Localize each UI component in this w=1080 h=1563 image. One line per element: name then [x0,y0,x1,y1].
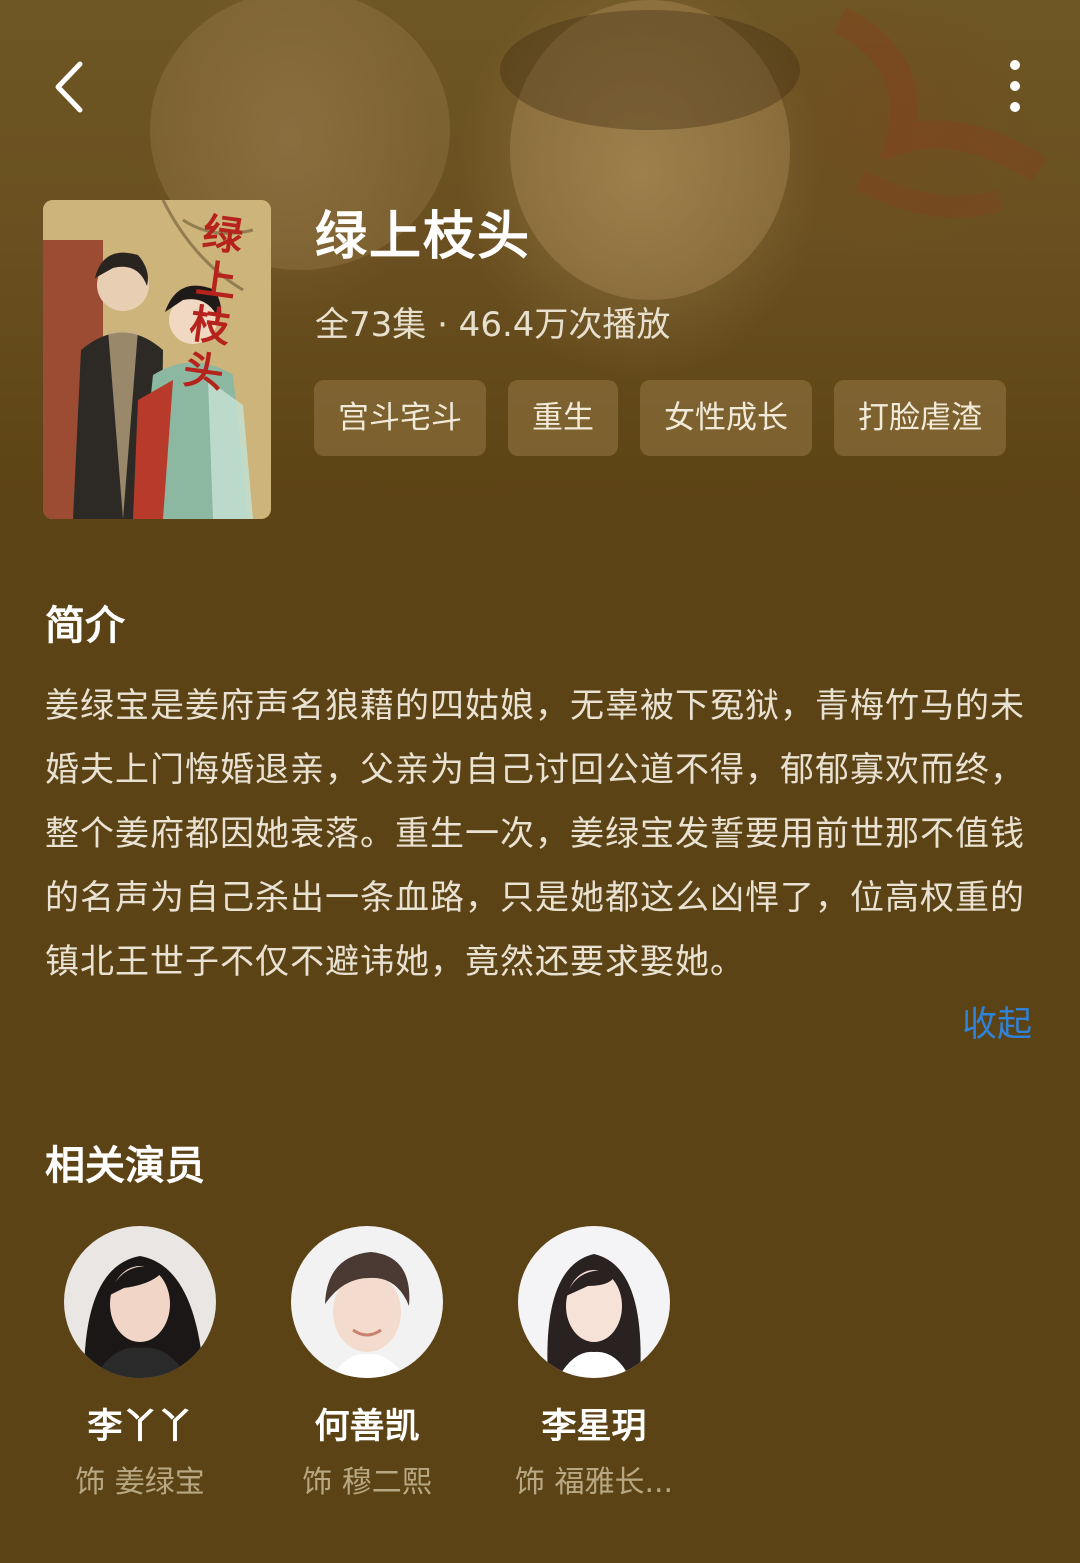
cast-list: 李丫丫 饰 姜绿宝 何善凯 饰 穆二熙 李星玥 饰 福雅长... [45,1226,1035,1526]
actor-card[interactable]: 何善凯 饰 穆二熙 [267,1226,467,1508]
cast-heading: 相关演员 [45,1143,205,1189]
back-button[interactable] [40,52,100,122]
actor-role: 饰 姜绿宝 [75,1465,205,1500]
actor-name: 何善凯 [314,1407,420,1447]
tag-chip[interactable]: 宫斗宅斗 [314,380,486,456]
avatar [291,1226,443,1378]
synopsis-heading: 简介 [45,603,125,649]
genre-tags: 宫斗宅斗 重生 女性成长 打脸虐渣 [314,380,1006,456]
chevron-left-icon [40,61,100,126]
tag-chip[interactable]: 重生 [508,380,618,456]
avatar [64,1226,216,1378]
drama-detail-screen: 绿上枝头 绿上枝头 全73集 · 46.4万次播放 宫斗宅斗 重生 女性成长 打… [0,0,1080,1563]
actor-card[interactable]: 李星玥 饰 福雅长... [494,1226,694,1508]
actor-name: 李丫丫 [87,1407,193,1447]
drama-title: 绿上枝头 [315,207,532,267]
tag-chip[interactable]: 打脸虐渣 [834,380,1006,456]
actor-name: 李星玥 [541,1407,647,1447]
tag-chip[interactable]: 女性成长 [640,380,812,456]
drama-poster[interactable]: 绿上枝头 [43,200,271,519]
avatar [518,1226,670,1378]
episode-play-count: 全73集 · 46.4万次播放 [315,305,671,345]
synopsis-text: 姜绿宝是姜府声名狼藉的四姑娘，无辜被下冤狱，青梅竹马的未婚夫上门悔婚退亲，父亲为… [45,686,1025,982]
collapse-link[interactable]: 收起 [962,997,1032,1053]
more-vertical-icon [990,60,1040,126]
actor-card[interactable]: 李丫丫 饰 姜绿宝 [40,1226,240,1508]
actor-role: 饰 福雅长... [514,1465,674,1500]
actor-role: 饰 穆二熙 [302,1465,432,1500]
more-options-button[interactable] [990,52,1040,122]
